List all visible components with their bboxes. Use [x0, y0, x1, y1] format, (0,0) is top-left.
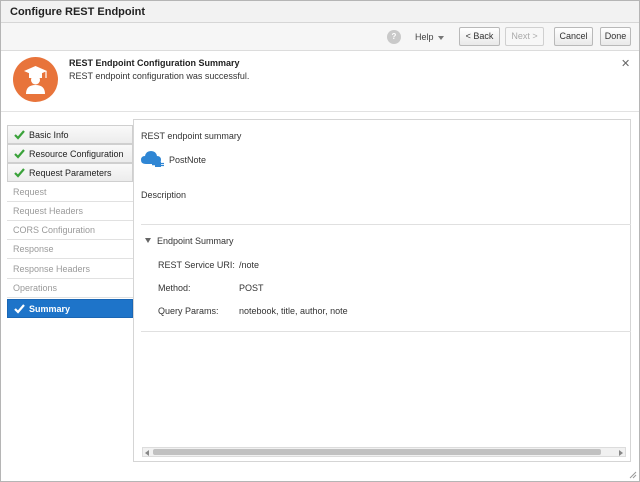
nav-step-label: Response — [13, 244, 54, 254]
nav-step-response[interactable]: Response — [7, 240, 133, 259]
nav-step-basic-info[interactable]: Basic Info — [7, 125, 133, 144]
checkmark-icon — [14, 130, 25, 140]
banner-heading: REST Endpoint Configuration Summary — [69, 58, 240, 68]
wizard-toolbar: ? Help < Back Next > Cancel Done — [1, 23, 639, 51]
nav-step-request-parameters[interactable]: Request Parameters — [7, 163, 133, 182]
rest-service-uri-label: REST Service URI: — [158, 260, 235, 270]
horizontal-scrollbar[interactable] — [142, 447, 626, 457]
rest-service-uri-value: /note — [239, 260, 260, 270]
nav-step-request[interactable]: Request — [7, 183, 133, 202]
wizard-steps-nav: Basic Info Resource Configuration Reques… — [7, 125, 133, 462]
cancel-button[interactable]: Cancel — [554, 27, 593, 46]
graduate-badge-icon — [13, 57, 58, 102]
nav-step-label: Request Headers — [13, 206, 84, 216]
configure-rest-endpoint-dialog: Configure REST Endpoint ? Help < Back Ne… — [0, 0, 640, 482]
chevron-down-icon — [437, 35, 444, 40]
endpoint-summary-section-toggle[interactable]: Endpoint Summary — [145, 236, 234, 246]
description-label: Description — [141, 190, 187, 200]
query-params-label: Query Params: — [158, 306, 219, 316]
next-button[interactable]: Next > — [505, 27, 544, 46]
nav-step-summary[interactable]: Summary — [7, 299, 133, 318]
help-menu[interactable]: Help — [411, 29, 448, 46]
method-label: Method: — [158, 283, 191, 293]
divider — [141, 331, 631, 332]
nav-step-label: Summary — [29, 304, 71, 314]
query-params-value: notebook, title, author, note — [239, 306, 348, 316]
nav-step-operations[interactable]: Operations — [7, 279, 133, 298]
nav-step-label: Resource Configuration — [29, 149, 124, 159]
checkmark-icon — [14, 168, 25, 178]
section-title: Endpoint Summary — [157, 236, 234, 246]
confirmation-banner: REST Endpoint Configuration Summary REST… — [1, 51, 639, 112]
dialog-title: Configure REST Endpoint — [10, 6, 146, 18]
method-value: POST — [239, 283, 264, 293]
scroll-right-icon[interactable] — [619, 450, 623, 456]
nav-step-response-headers[interactable]: Response Headers — [7, 260, 133, 279]
disclosure-triangle-icon — [145, 238, 151, 243]
back-button[interactable]: < Back — [459, 27, 500, 46]
nav-step-label: Request Parameters — [29, 168, 112, 178]
scrollbar-thumb[interactable] — [153, 449, 601, 455]
help-menu-label: Help — [415, 32, 434, 42]
nav-step-label: Response Headers — [13, 264, 91, 274]
nav-step-resource-configuration[interactable]: Resource Configuration — [7, 144, 133, 163]
nav-step-cors-configuration[interactable]: CORS Configuration — [7, 221, 133, 240]
close-icon[interactable]: ✕ — [621, 57, 630, 70]
help-icon[interactable]: ? — [387, 30, 401, 44]
checkmark-icon — [14, 149, 25, 159]
nav-step-label: Basic Info — [29, 130, 69, 140]
endpoint-name: PostNote — [169, 155, 207, 165]
divider — [141, 224, 631, 225]
nav-step-request-headers[interactable]: Request Headers — [7, 202, 133, 221]
nav-step-label: Operations — [13, 283, 58, 293]
banner-message: REST endpoint configuration was successf… — [69, 71, 250, 81]
nav-step-label: Request — [13, 187, 47, 197]
dialog-titlebar[interactable]: Configure REST Endpoint — [1, 1, 639, 23]
cloud-endpoint-icon — [141, 151, 164, 167]
scroll-left-icon[interactable] — [145, 450, 149, 456]
checkmark-icon — [14, 304, 25, 314]
nav-step-label: CORS Configuration — [13, 225, 96, 235]
summary-panel: REST endpoint summary PostNote Descripti… — [133, 119, 631, 462]
done-button[interactable]: Done — [600, 27, 631, 46]
summary-title: REST endpoint summary — [141, 131, 242, 141]
resize-grip-icon[interactable] — [627, 469, 637, 479]
